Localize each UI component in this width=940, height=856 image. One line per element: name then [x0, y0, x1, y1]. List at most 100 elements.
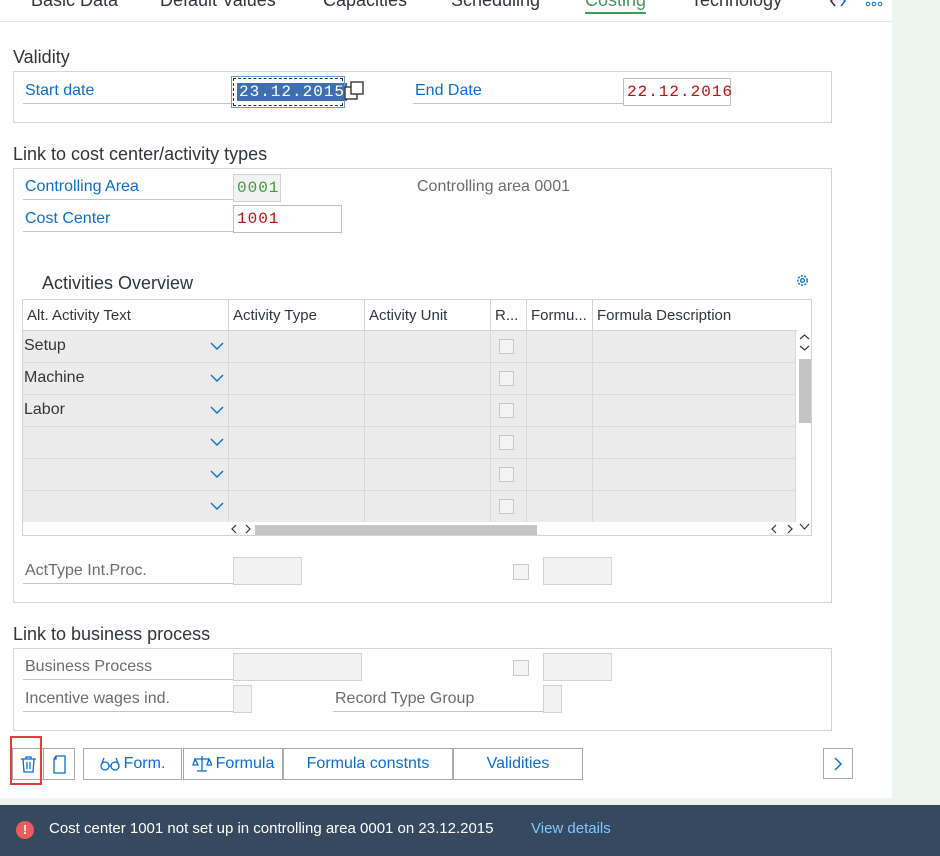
scroll-left-right-icon[interactable] — [231, 523, 253, 535]
next-button[interactable] — [823, 748, 853, 779]
right-strip — [892, 0, 940, 798]
business-process-checkbox — [513, 660, 529, 676]
chevron-down-icon[interactable] — [210, 467, 224, 481]
table-row: Machine — [23, 363, 796, 395]
acttype-int-proc-field — [233, 557, 302, 585]
more-dots-icon[interactable] — [864, 0, 886, 13]
scroll-left-right-icon[interactable] — [771, 523, 795, 535]
row-checkbox[interactable] — [499, 339, 514, 354]
tab-basic-data[interactable]: Basic Data — [31, 0, 118, 11]
message-text: Cost center 1001 not set up in controlli… — [49, 820, 494, 837]
error-icon: ! — [16, 821, 34, 839]
scroll-up-down-icon[interactable] — [799, 333, 810, 355]
row-checkbox[interactable] — [499, 403, 514, 418]
activity-type-cell — [229, 363, 365, 395]
business-process-field — [233, 653, 362, 681]
acttype-checkbox — [513, 564, 529, 580]
col-formula-description[interactable]: Formula Description — [593, 300, 797, 331]
balance-scale-icon — [191, 755, 212, 772]
message-bar: ! Cost center 1001 not set up in control… — [0, 805, 940, 856]
formula-cell — [527, 395, 593, 427]
col-alt-activity-text[interactable]: Alt. Activity Text — [23, 300, 229, 331]
row-checkbox[interactable] — [499, 371, 514, 386]
acttype-int-proc-label: ActType Int.Proc. — [23, 560, 233, 584]
col-activity-unit[interactable]: Activity Unit — [365, 300, 491, 331]
activity-unit-cell — [365, 395, 491, 427]
formula-description-cell — [593, 363, 796, 395]
scroll-down-icon[interactable] — [799, 521, 810, 533]
formula-description-cell — [593, 491, 796, 523]
chevron-left-right-icon[interactable] — [829, 0, 851, 13]
col-formula[interactable]: Formu... — [527, 300, 593, 331]
view-details-link[interactable]: View details — [531, 820, 611, 837]
activity-type-cell — [229, 427, 365, 459]
document-icon — [53, 755, 66, 774]
activity-type-cell — [229, 395, 365, 427]
chevron-down-icon[interactable] — [210, 371, 224, 385]
record-type-group-label: Record Type Group — [333, 688, 543, 712]
activity-unit-cell — [365, 363, 491, 395]
activity-unit-cell — [365, 459, 491, 491]
copy-button[interactable] — [43, 748, 75, 780]
row-activity-text: Machine — [24, 369, 85, 386]
vertical-scroll-thumb[interactable] — [799, 359, 811, 423]
horizontal-scroll-thumb[interactable] — [255, 525, 537, 535]
cost-center-label: Cost Center — [23, 208, 233, 232]
cost-center-field[interactable]: 1001 — [233, 205, 342, 233]
chevron-down-icon[interactable] — [210, 435, 224, 449]
validities-button[interactable]: Validities — [453, 748, 583, 780]
business-process-second-field — [543, 653, 612, 681]
gear-icon[interactable] — [795, 273, 810, 288]
row-activity-text: Setup — [24, 337, 66, 354]
activity-unit-cell — [365, 427, 491, 459]
calendar-icon[interactable] — [343, 80, 365, 102]
formula-description-cell — [593, 395, 796, 427]
horizontal-scrollbar[interactable] — [23, 522, 796, 535]
acttype-second-field — [543, 557, 612, 585]
cost-link-title: Link to cost center/activity types — [13, 144, 268, 164]
formula-cell — [527, 459, 593, 491]
end-date-label: End Date — [413, 80, 623, 104]
tab-capacities[interactable]: Capacities — [323, 0, 407, 11]
row-checkbox[interactable] — [499, 467, 514, 482]
form-button[interactable]: Form. — [83, 748, 182, 780]
table-row — [23, 459, 796, 491]
formula-description-cell — [593, 331, 796, 363]
business-process-title: Link to business process — [13, 624, 211, 644]
row-activity-text: Labor — [24, 401, 65, 418]
table-row: Setup — [23, 331, 796, 363]
vertical-scrollbar[interactable] — [797, 331, 811, 535]
formula-cell — [527, 427, 593, 459]
col-r[interactable]: R... — [491, 300, 527, 331]
row-checkbox[interactable] — [499, 435, 514, 450]
activity-type-cell — [229, 459, 365, 491]
formula-constants-button[interactable]: Formula constnts — [283, 748, 453, 780]
row-checkbox[interactable] — [499, 499, 514, 514]
controlling-area-label: Controlling Area — [23, 176, 233, 200]
tab-bar: Basic Data Default Values Capacities Sch… — [0, 0, 892, 22]
activities-table: Alt. Activity Text Activity Type Activit… — [22, 299, 812, 536]
start-date-field[interactable]: 23.12.2015 — [231, 76, 348, 108]
formula-description-cell — [593, 459, 796, 491]
tab-scheduling[interactable]: Scheduling — [451, 0, 540, 11]
col-activity-type[interactable]: Activity Type — [229, 300, 365, 331]
activity-unit-cell — [365, 331, 491, 363]
tab-costing[interactable]: Costing — [585, 0, 647, 14]
chevron-down-icon[interactable] — [210, 339, 224, 353]
table-row: Labor — [23, 395, 796, 427]
incentive-wages-field — [233, 685, 252, 713]
formula-button[interactable]: Formula — [183, 748, 283, 780]
table-row — [23, 427, 796, 459]
controlling-area-description: Controlling area 0001 — [417, 178, 570, 195]
activities-overview-title: Activities Overview — [42, 273, 194, 293]
chevron-down-icon[interactable] — [210, 499, 224, 513]
chevron-down-icon[interactable] — [210, 403, 224, 417]
form-button-label: Form. — [123, 755, 166, 772]
formula-description-cell — [593, 427, 796, 459]
formula-cell — [527, 363, 593, 395]
tab-technology[interactable]: Technology — [691, 0, 782, 11]
end-date-field[interactable]: 22.12.2016 — [623, 78, 732, 106]
start-date-label: Start date — [23, 80, 233, 104]
glasses-icon — [99, 757, 120, 771]
tab-default-values[interactable]: Default Values — [160, 0, 276, 11]
